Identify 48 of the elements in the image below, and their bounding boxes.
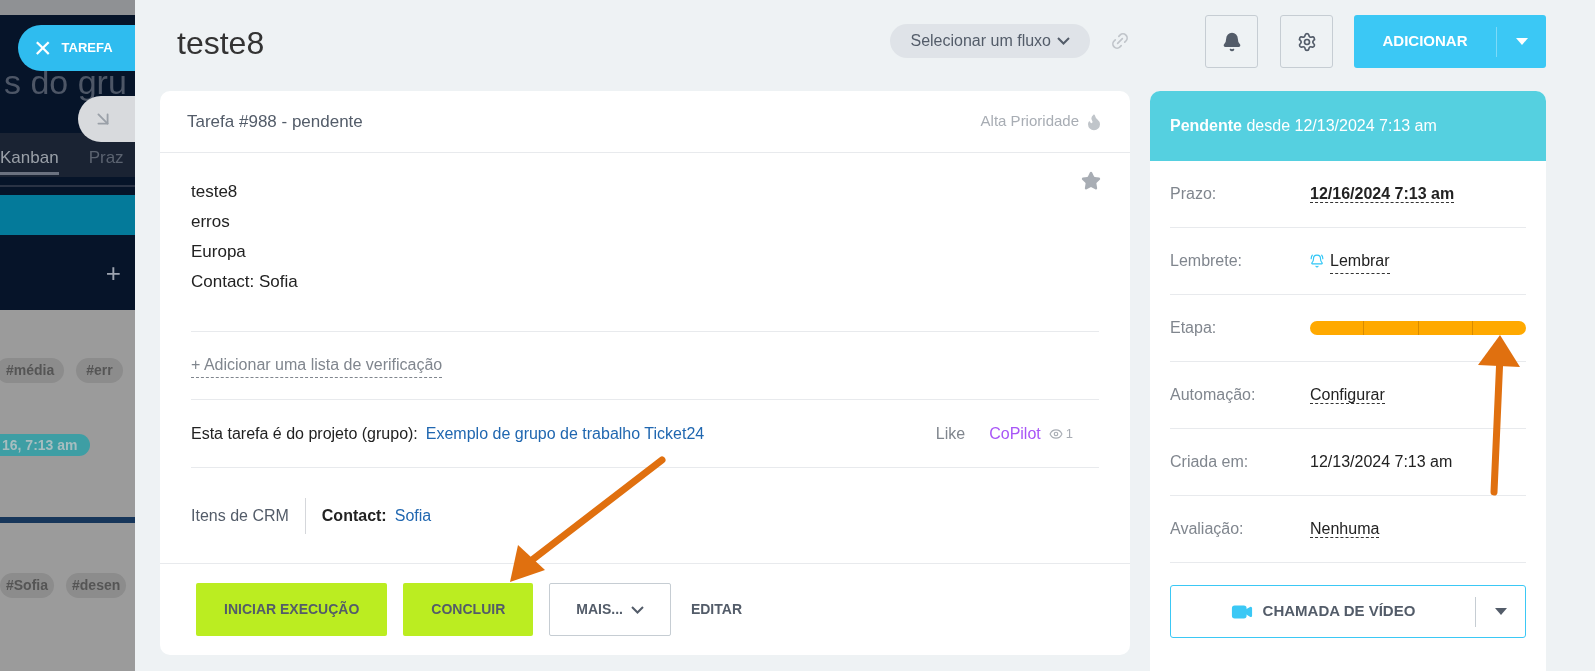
- action-button[interactable]: INICIAR EXECUÇÃO: [196, 583, 388, 636]
- status-heading: Pendente desde 12/13/2024 7:13 am: [1170, 116, 1437, 136]
- crm-label: Itens de CRM: [191, 497, 306, 534]
- view-count: 1: [1065, 424, 1073, 443]
- bell-icon: [1221, 31, 1242, 52]
- field-label: Automação:: [1170, 385, 1257, 405]
- add-column-button[interactable]: +: [105, 259, 121, 286]
- settings-button[interactable]: [1280, 15, 1333, 68]
- view-tab[interactable]: Kanban: [0, 144, 59, 175]
- action-button[interactable]: CONCLUIR: [403, 583, 534, 636]
- notifications-button[interactable]: [1205, 15, 1258, 68]
- field-label: Lembrete:: [1170, 251, 1244, 271]
- description-line: erros: [191, 211, 230, 233]
- like-link[interactable]: Like: [935, 421, 966, 446]
- project-label: Esta tarefa é do projeto (grupo):: [191, 423, 418, 444]
- field-label: Etapa:: [1170, 318, 1218, 338]
- field-link[interactable]: Configurar: [1310, 386, 1385, 404]
- chevron-icon: [630, 605, 644, 614]
- video-call-button[interactable]: CHAMADA DE VÍDEO: [1170, 585, 1526, 638]
- field-label: Prazo:: [1170, 184, 1218, 204]
- reminder-link[interactable]: Lembrar: [1330, 248, 1390, 274]
- description-line: Contact: Sofia: [191, 271, 298, 293]
- bell-icon: [1310, 254, 1324, 268]
- field-link[interactable]: Nenhuma: [1310, 520, 1380, 538]
- description-line: teste8: [191, 181, 238, 203]
- description-line: Europa: [191, 241, 246, 263]
- chevron-icon: [1057, 37, 1070, 45]
- contact-label: Contact:: [321, 505, 387, 526]
- field-label: Avaliação:: [1170, 519, 1245, 539]
- copilot-link[interactable]: CoPilot: [989, 421, 1041, 446]
- task-title: teste8: [177, 24, 265, 63]
- add-checklist-link[interactable]: + Adicionar uma lista de verificação: [191, 353, 443, 378]
- more-button[interactable]: MAIS...: [549, 583, 671, 636]
- task-header: Tarefa #988 - pendente: [187, 110, 363, 133]
- field-label: Criada em:: [1170, 452, 1250, 472]
- field-value: 12/13/2024 7:13 am: [1310, 453, 1453, 470]
- contact-link[interactable]: Sofia: [394, 503, 432, 528]
- date-badge: 16, 7:13 am: [0, 434, 90, 456]
- project-link[interactable]: Exemplo de grupo de trabalho Ticket24: [425, 421, 705, 446]
- caret-icon: [1515, 38, 1528, 45]
- flame-icon: [1085, 112, 1103, 131]
- settings-icon: [1296, 31, 1317, 52]
- caret-icon: [1494, 608, 1507, 615]
- star-icon[interactable]: [1081, 171, 1101, 191]
- edit-button[interactable]: EDITAR: [686, 583, 746, 636]
- eye-icon: [1048, 426, 1063, 441]
- flow-select[interactable]: Selecionar um fluxo: [890, 24, 1090, 58]
- deadline-value[interactable]: 12/16/2024 7:13 am: [1310, 185, 1455, 203]
